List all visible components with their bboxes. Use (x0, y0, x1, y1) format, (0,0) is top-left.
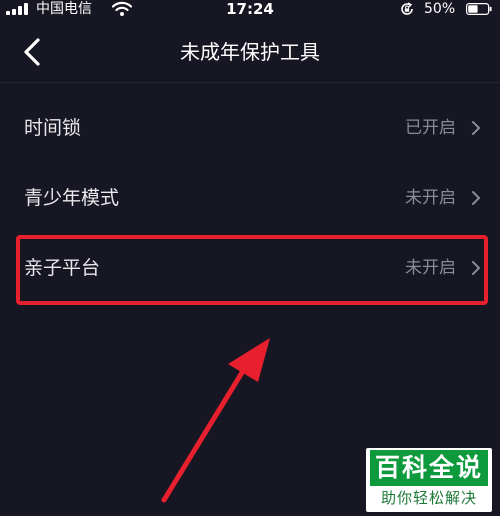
watermark-logo: 百科全说 助你轻松解决 (366, 448, 492, 512)
row-status: 未开启 (405, 188, 456, 208)
chevron-right-icon (472, 121, 480, 135)
watermark-title: 百科全说 (370, 450, 488, 486)
rotation-lock-icon (401, 2, 413, 15)
watermark-subtitle: 助你轻松解决 (380, 489, 477, 507)
status-bar: 中国电信 17:24 50% (0, 0, 500, 20)
settings-row-teen-mode[interactable]: 青少年模式 未开启 (0, 165, 500, 235)
nav-divider (0, 82, 500, 83)
annotation-arrow-icon (161, 338, 270, 503)
row-label: 时间锁 (24, 117, 82, 139)
chevron-right-icon (472, 191, 480, 205)
highlight-box (16, 235, 488, 305)
screen: 中国电信 17:24 50% 未成年保护工具 时间锁 已开启 青少年模式 未开启… (0, 0, 500, 516)
row-status: 已开启 (405, 118, 456, 138)
settings-row-time-lock[interactable]: 时间锁 已开启 (0, 95, 500, 165)
battery-icon (466, 3, 492, 15)
navigation-bar: 未成年保护工具 (0, 22, 500, 82)
battery-percentage: 50% (424, 1, 456, 17)
page-title: 未成年保护工具 (180, 40, 320, 64)
row-label: 青少年模式 (24, 187, 120, 209)
